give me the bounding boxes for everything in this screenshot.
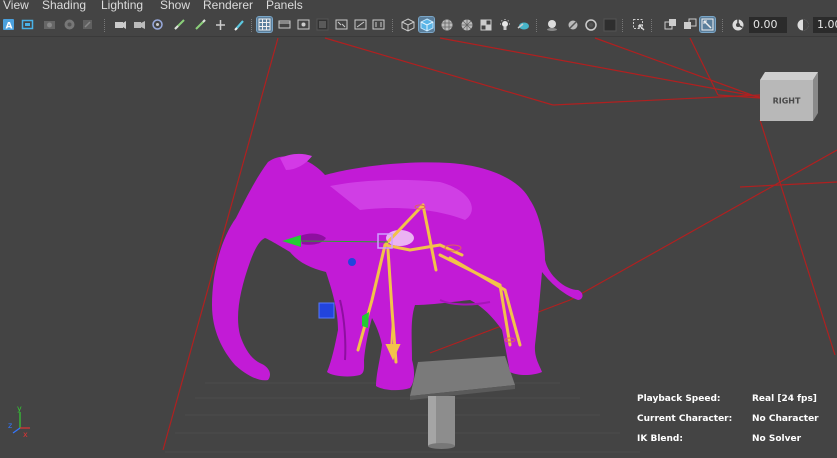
shadows-icon[interactable] <box>371 17 386 32</box>
svg-text:A: A <box>6 22 13 32</box>
safe-title-icon[interactable] <box>232 17 247 32</box>
menu-shading[interactable]: Shading <box>42 0 86 12</box>
toolbar-separator <box>392 19 394 32</box>
pedestal <box>410 356 515 449</box>
depth-peeling-icon[interactable] <box>602 17 617 32</box>
wireframe-icon[interactable] <box>277 17 292 32</box>
hud-playback-speed-value: Real [24 fps] <box>752 394 817 404</box>
exposure-field[interactable]: 0.00 <box>749 17 787 33</box>
axis-x-label: x <box>23 430 28 439</box>
hud-playback-speed-label: Playback Speed: <box>637 394 721 404</box>
safe-action-icon[interactable] <box>213 17 228 32</box>
panel-menu-bar: View Shading Lighting Show Renderer Pane… <box>0 0 837 13</box>
elephant-mesh[interactable] <box>212 153 583 391</box>
axis-y-label: y <box>17 404 22 413</box>
bookmark-icon[interactable] <box>42 17 57 32</box>
viewport-2-icon[interactable] <box>699 16 716 33</box>
hud-ik-blend-value: No Solver <box>752 434 802 444</box>
toolbar-separator <box>251 19 253 32</box>
gamma-icon[interactable] <box>795 17 810 32</box>
smooth-shade-icon[interactable] <box>296 17 311 32</box>
gamma-field[interactable]: 1.00 <box>813 17 837 33</box>
depth-of-field-icon[interactable] <box>459 17 474 32</box>
select-highlight-icon[interactable] <box>631 17 646 32</box>
perspective-viewport[interactable]: RIGHT y z x Playback Speed: Real [24 fps… <box>0 37 837 458</box>
hud-current-character-value: No Character <box>752 414 819 424</box>
motion-blur-icon[interactable] <box>418 16 435 33</box>
isolate-select-icon[interactable] <box>478 17 493 32</box>
use-all-lights-icon[interactable] <box>353 17 368 32</box>
menu-renderer[interactable]: Renderer <box>203 0 253 12</box>
wireframe-on-shaded-icon[interactable] <box>315 17 330 32</box>
select-camera-icon[interactable]: A <box>1 17 16 32</box>
menu-view[interactable]: View <box>3 0 29 12</box>
panel-toolbar: A 0.00 1.00 <box>0 14 837 37</box>
view-cube-face-label: RIGHT <box>773 97 801 106</box>
ambient-occlusion-icon[interactable] <box>565 17 580 32</box>
hud-ik-blend-label: IK Blend: <box>637 434 683 444</box>
grease-pencil-icon[interactable] <box>113 17 128 32</box>
exposure-icon[interactable] <box>730 17 745 32</box>
x-ray-joints-icon[interactable] <box>515 17 530 32</box>
toolbar-separator <box>104 19 106 32</box>
toolbar-separator <box>622 19 624 32</box>
camera-attributes-icon[interactable] <box>20 17 35 32</box>
toolbar-separator <box>536 19 538 32</box>
camera-sequencer-icon[interactable] <box>682 17 697 32</box>
gate-mask-icon[interactable] <box>172 17 187 32</box>
image-plane-icon[interactable] <box>62 17 77 32</box>
axis-z-label: z <box>8 421 12 430</box>
menu-lighting[interactable]: Lighting <box>101 0 143 12</box>
menu-show[interactable]: Show <box>160 0 190 12</box>
textured-icon[interactable] <box>334 17 349 32</box>
toolbar-separator <box>722 19 724 32</box>
film-gate-icon[interactable] <box>132 17 147 32</box>
menu-panels[interactable]: Panels <box>266 0 303 12</box>
multisample-aa-icon[interactable] <box>439 17 454 32</box>
backface-culling-icon[interactable] <box>544 17 559 32</box>
hud-toggle-icon[interactable] <box>663 17 678 32</box>
anti-aliasing-icon[interactable] <box>583 17 598 32</box>
2d-pan-zoom-icon[interactable] <box>80 17 95 32</box>
grid-icon[interactable] <box>256 16 273 33</box>
view-cube[interactable]: RIGHT <box>760 72 818 121</box>
x-ray-icon[interactable] <box>497 17 512 32</box>
field-chart-icon[interactable] <box>193 17 208 32</box>
resolution-gate-icon[interactable] <box>150 17 165 32</box>
ground-grid <box>165 382 640 453</box>
toolbar-separator <box>651 19 653 32</box>
screen-space-ao-icon[interactable] <box>400 17 415 32</box>
hud-current-character-label: Current Character: <box>637 414 733 424</box>
axis-indicator: y z x <box>8 404 30 439</box>
